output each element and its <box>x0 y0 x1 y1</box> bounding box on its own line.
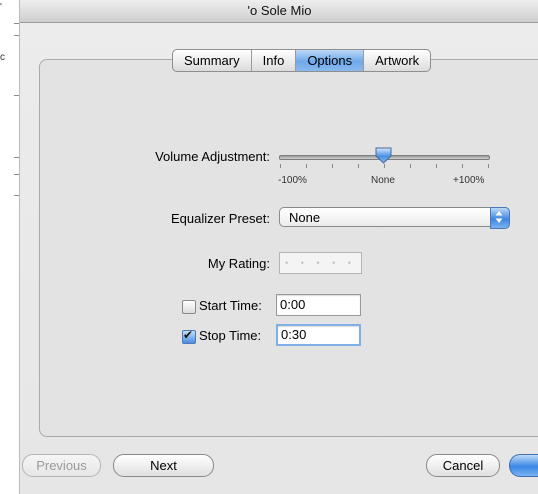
ok-button[interactable] <box>509 454 538 477</box>
tab-artwork[interactable]: Artwork <box>364 50 430 71</box>
edge-mark: ' <box>0 2 2 13</box>
equalizer-popup[interactable]: None <box>279 207 510 229</box>
rating-label: My Rating: <box>207 256 270 271</box>
options-panel <box>39 59 538 437</box>
volume-max-label: +100% <box>453 175 485 186</box>
stop-time-checkbox[interactable] <box>182 328 196 344</box>
next-button[interactable]: Next <box>113 454 214 477</box>
popup-arrows-icon <box>490 207 510 229</box>
edge-mark: c <box>0 52 5 63</box>
stop-time-label: Stop Time: <box>199 328 262 343</box>
stop-time-field[interactable]: 0:30 <box>276 324 361 346</box>
start-time-checkbox[interactable] <box>182 300 196 314</box>
equalizer-value: None <box>289 210 321 225</box>
tab-options[interactable]: Options <box>296 50 365 71</box>
tab-summary[interactable]: Summary <box>173 50 252 71</box>
start-time-label: Start Time: <box>199 298 262 313</box>
tab-bar: Summary Info Options Artwork <box>172 49 432 72</box>
volume-slider-thumb[interactable] <box>375 147 392 164</box>
rating-stars[interactable]: • • • • • <box>279 252 362 274</box>
volume-label: Volume Adjustment: <box>155 149 270 164</box>
cancel-button[interactable]: Cancel <box>426 454 500 477</box>
song-info-window: 'o Sole Mio Summary Info Options Artwork… <box>19 0 538 494</box>
window-title: 'o Sole Mio <box>20 0 538 23</box>
volume-min-label: -100% <box>278 175 307 186</box>
left-edge-strip: ' c <box>0 0 19 494</box>
tab-info[interactable]: Info <box>252 50 297 71</box>
previous-button[interactable]: Previous <box>22 454 101 477</box>
volume-mid-label: None <box>371 175 395 186</box>
start-time-field[interactable]: 0:00 <box>276 294 361 316</box>
equalizer-label: Equalizer Preset: <box>171 211 270 226</box>
